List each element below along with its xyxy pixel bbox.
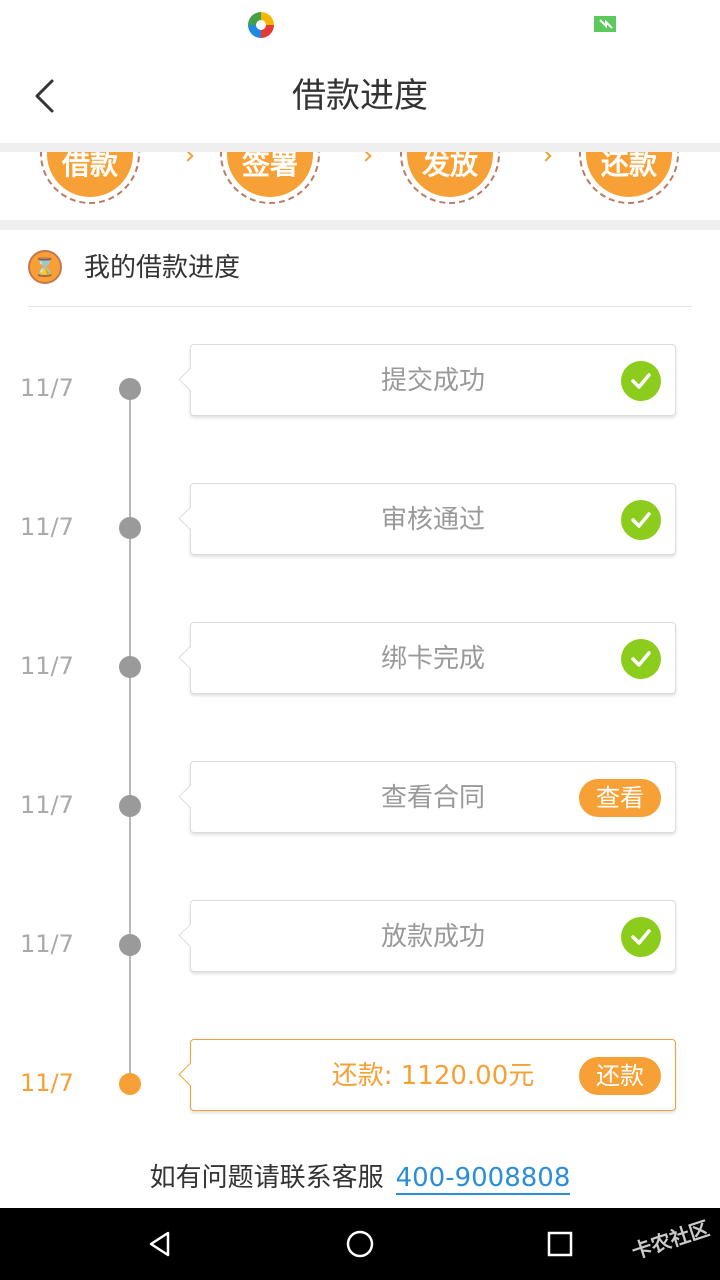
footer-text: 如有问题请联系客服 (149, 1163, 384, 1193)
timeline-card: 放款成功 (190, 900, 676, 972)
timeline-item-disbursed: 11/7 放款成功 (0, 900, 720, 1002)
battery-charging-icon (594, 16, 616, 32)
view-contract-button[interactable]: 查看 (579, 779, 661, 817)
timeline-date: 11/7 (20, 374, 74, 402)
check-icon (621, 361, 661, 401)
step-arrow-icon (360, 152, 372, 162)
timeline-date: 11/7 (20, 791, 74, 819)
circle-home-icon (346, 1230, 374, 1258)
timeline-card: 查看合同 查看 (190, 761, 676, 833)
repay-button[interactable]: 还款 (579, 1057, 661, 1095)
timeline-dot (119, 795, 141, 817)
timeline-item-approved: 11/7 审核通过 (0, 483, 720, 585)
timeline-card: 还款: 1120.00元 还款 (190, 1039, 676, 1111)
timeline-card: 审核通过 (190, 483, 676, 555)
step-label: 还款 (586, 152, 672, 197)
watermark: 卡农社区 (628, 1216, 713, 1264)
timeline-date: 11/7 (20, 1069, 74, 1097)
step-arrow-icon (540, 152, 552, 162)
section-divider (28, 306, 692, 307)
nav-header: 借款进度 (0, 48, 720, 144)
section-title: 我的借款进度 (84, 253, 241, 283)
check-icon (621, 917, 661, 957)
android-nav-bar: 卡农社区 (0, 1208, 720, 1280)
app-logo-icon (247, 11, 275, 39)
timeline-dot (119, 378, 141, 400)
timeline-date: 11/7 (20, 513, 74, 541)
timeline-item-contract: 11/7 查看合同 查看 (0, 761, 720, 863)
timeline-date: 11/7 (20, 652, 74, 680)
timeline-item-card-bound: 11/7 绑卡完成 (0, 622, 720, 724)
step-label: 签署 (227, 152, 313, 197)
timeline-item-repayment: 11/7 还款: 1120.00元 还款 (0, 1039, 720, 1141)
square-recents-icon (547, 1231, 573, 1257)
loan-steps: 借款 签署 发放 还款 (0, 152, 720, 220)
nav-home-button[interactable] (342, 1226, 378, 1262)
divider-band (0, 220, 720, 230)
step-disburse: 发放 (400, 152, 500, 204)
timeline-label: 放款成功 (380, 922, 485, 952)
progress-section-header: ⌛ 我的借款进度 (0, 230, 720, 308)
timeline-item-submitted: 11/7 提交成功 (0, 344, 720, 446)
triangle-back-icon (149, 1231, 170, 1257)
phone-link[interactable]: 400-9008808 (395, 1163, 571, 1195)
timeline-label: 审核通过 (380, 505, 485, 535)
timeline-date: 11/7 (20, 930, 74, 958)
timeline-card: 提交成功 (190, 344, 676, 416)
hourglass-icon: ⌛ (28, 250, 62, 284)
step-repay: 还款 (579, 152, 679, 204)
timeline-dot (119, 1073, 141, 1095)
status-bar (0, 0, 720, 48)
nav-back-button[interactable] (142, 1226, 178, 1262)
step-arrow-icon (182, 152, 194, 162)
timeline-card: 绑卡完成 (190, 622, 676, 694)
step-label: 发放 (407, 152, 493, 197)
footer-contact: 如有问题请联系客服 400-9008808 (0, 1160, 720, 1196)
divider-band (0, 144, 720, 152)
timeline-dot (119, 517, 141, 539)
check-icon (621, 500, 661, 540)
nav-recents-button[interactable] (542, 1226, 578, 1262)
step-borrow: 借款 (40, 152, 140, 204)
check-icon (621, 639, 661, 679)
timeline-label: 提交成功 (380, 366, 485, 396)
step-sign: 签署 (220, 152, 320, 204)
timeline-dot (119, 934, 141, 956)
timeline-dot (119, 656, 141, 678)
page-title: 借款进度 (292, 76, 428, 116)
timeline-label: 绑卡完成 (380, 644, 485, 674)
step-label: 借款 (47, 152, 133, 197)
